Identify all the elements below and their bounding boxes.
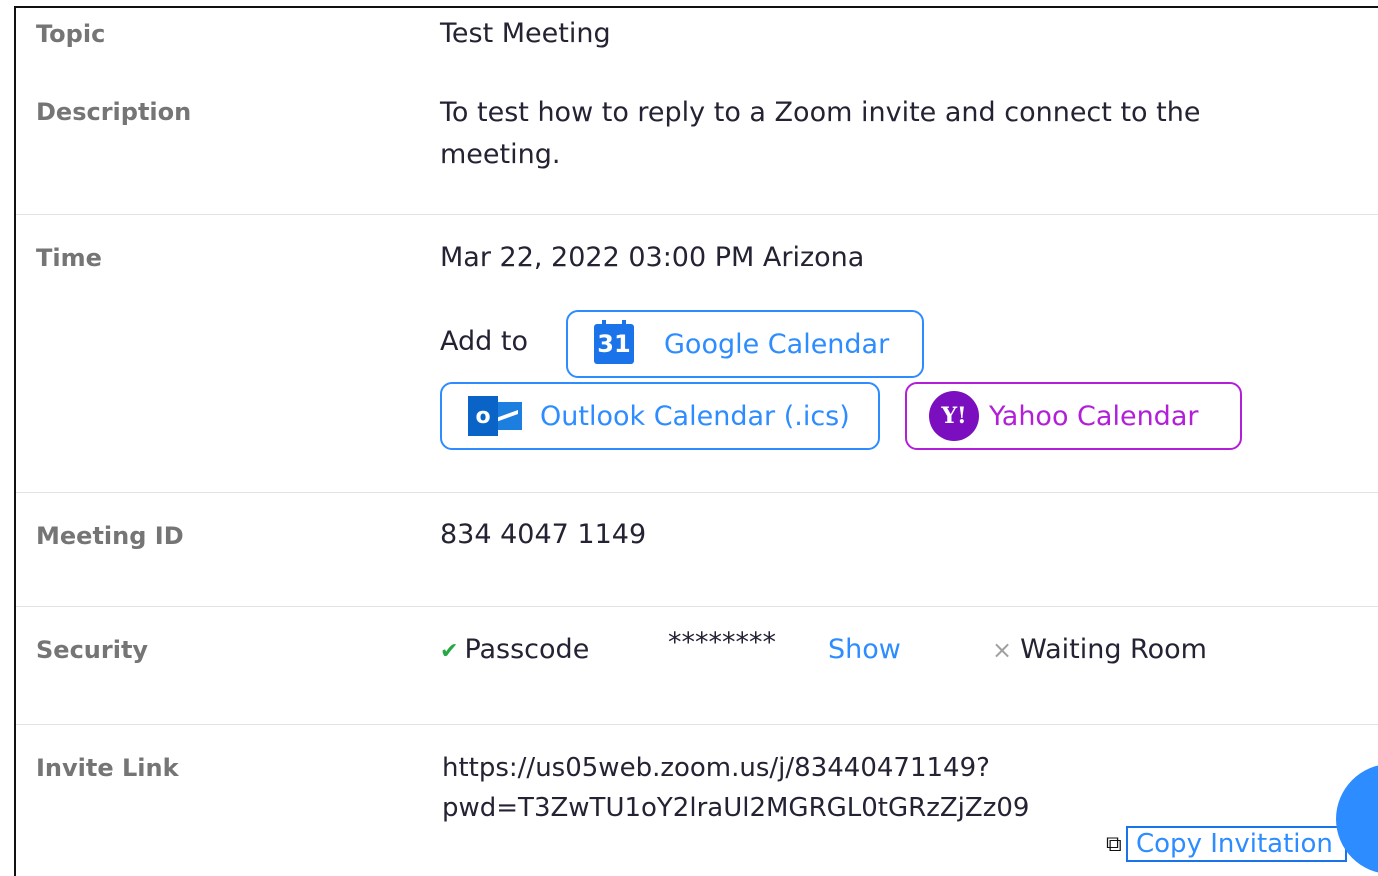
passcode-label: Passcode: [464, 634, 590, 665]
invite-link-label: Invite Link: [36, 754, 179, 782]
waiting-room-status: × Waiting Room: [992, 629, 1207, 671]
invite-link-line-1: https://us05web.zoom.us/j/83440471149?: [442, 753, 990, 783]
outlook-calendar-button[interactable]: o Outlook Calendar (.ics): [440, 382, 880, 450]
divider: [16, 724, 1378, 725]
google-calendar-button[interactable]: 31 Google Calendar: [566, 310, 924, 378]
check-icon: ✔: [440, 639, 459, 664]
security-options: ✔ Passcode: [440, 629, 589, 673]
invite-link-line-2: pwd=T3ZwTU1oY2lraUl2MGRGL0tGRzZjZz09: [442, 793, 1030, 823]
google-calendar-label: Google Calendar: [664, 328, 890, 360]
passcode-value: ********: [668, 627, 776, 658]
topic-value: Test Meeting: [440, 18, 611, 49]
add-to-label: Add to: [440, 326, 528, 357]
divider: [16, 492, 1378, 493]
outlook-calendar-label: Outlook Calendar (.ics): [540, 400, 850, 432]
meeting-id-value: 834 4047 1149: [440, 519, 647, 550]
waiting-room-label: Waiting Room: [1020, 634, 1207, 665]
meeting-details-panel: Topic Test Meeting Description To test h…: [14, 6, 1378, 876]
outlook-icon: o: [468, 394, 524, 438]
copy-invitation-button[interactable]: Copy Invitation: [1126, 826, 1347, 862]
time-value: Mar 22, 2022 03:00 PM Arizona: [440, 242, 865, 273]
time-label: Time: [36, 244, 102, 272]
yahoo-icon: Y!: [929, 391, 979, 441]
close-icon: ×: [992, 636, 1013, 664]
google-calendar-icon: 31: [594, 320, 634, 364]
description-line-1: To test how to reply to a Zoom invite an…: [440, 97, 1201, 128]
security-label: Security: [36, 636, 149, 664]
description-label: Description: [36, 98, 192, 126]
copy-icon: ⧉: [1106, 832, 1122, 857]
description-value: To test how to reply to a Zoom invite an…: [440, 92, 1200, 176]
yahoo-calendar-label: Yahoo Calendar: [989, 400, 1199, 432]
invite-link-value: https://us05web.zoom.us/j/83440471149? p…: [442, 748, 1029, 828]
divider: [16, 214, 1378, 215]
divider: [16, 606, 1378, 607]
yahoo-calendar-button[interactable]: Y! Yahoo Calendar: [905, 382, 1242, 450]
topic-label: Topic: [36, 20, 106, 48]
meeting-id-label: Meeting ID: [36, 522, 184, 550]
show-passcode-link[interactable]: Show: [828, 629, 901, 671]
description-line-2: meeting.: [440, 139, 561, 170]
